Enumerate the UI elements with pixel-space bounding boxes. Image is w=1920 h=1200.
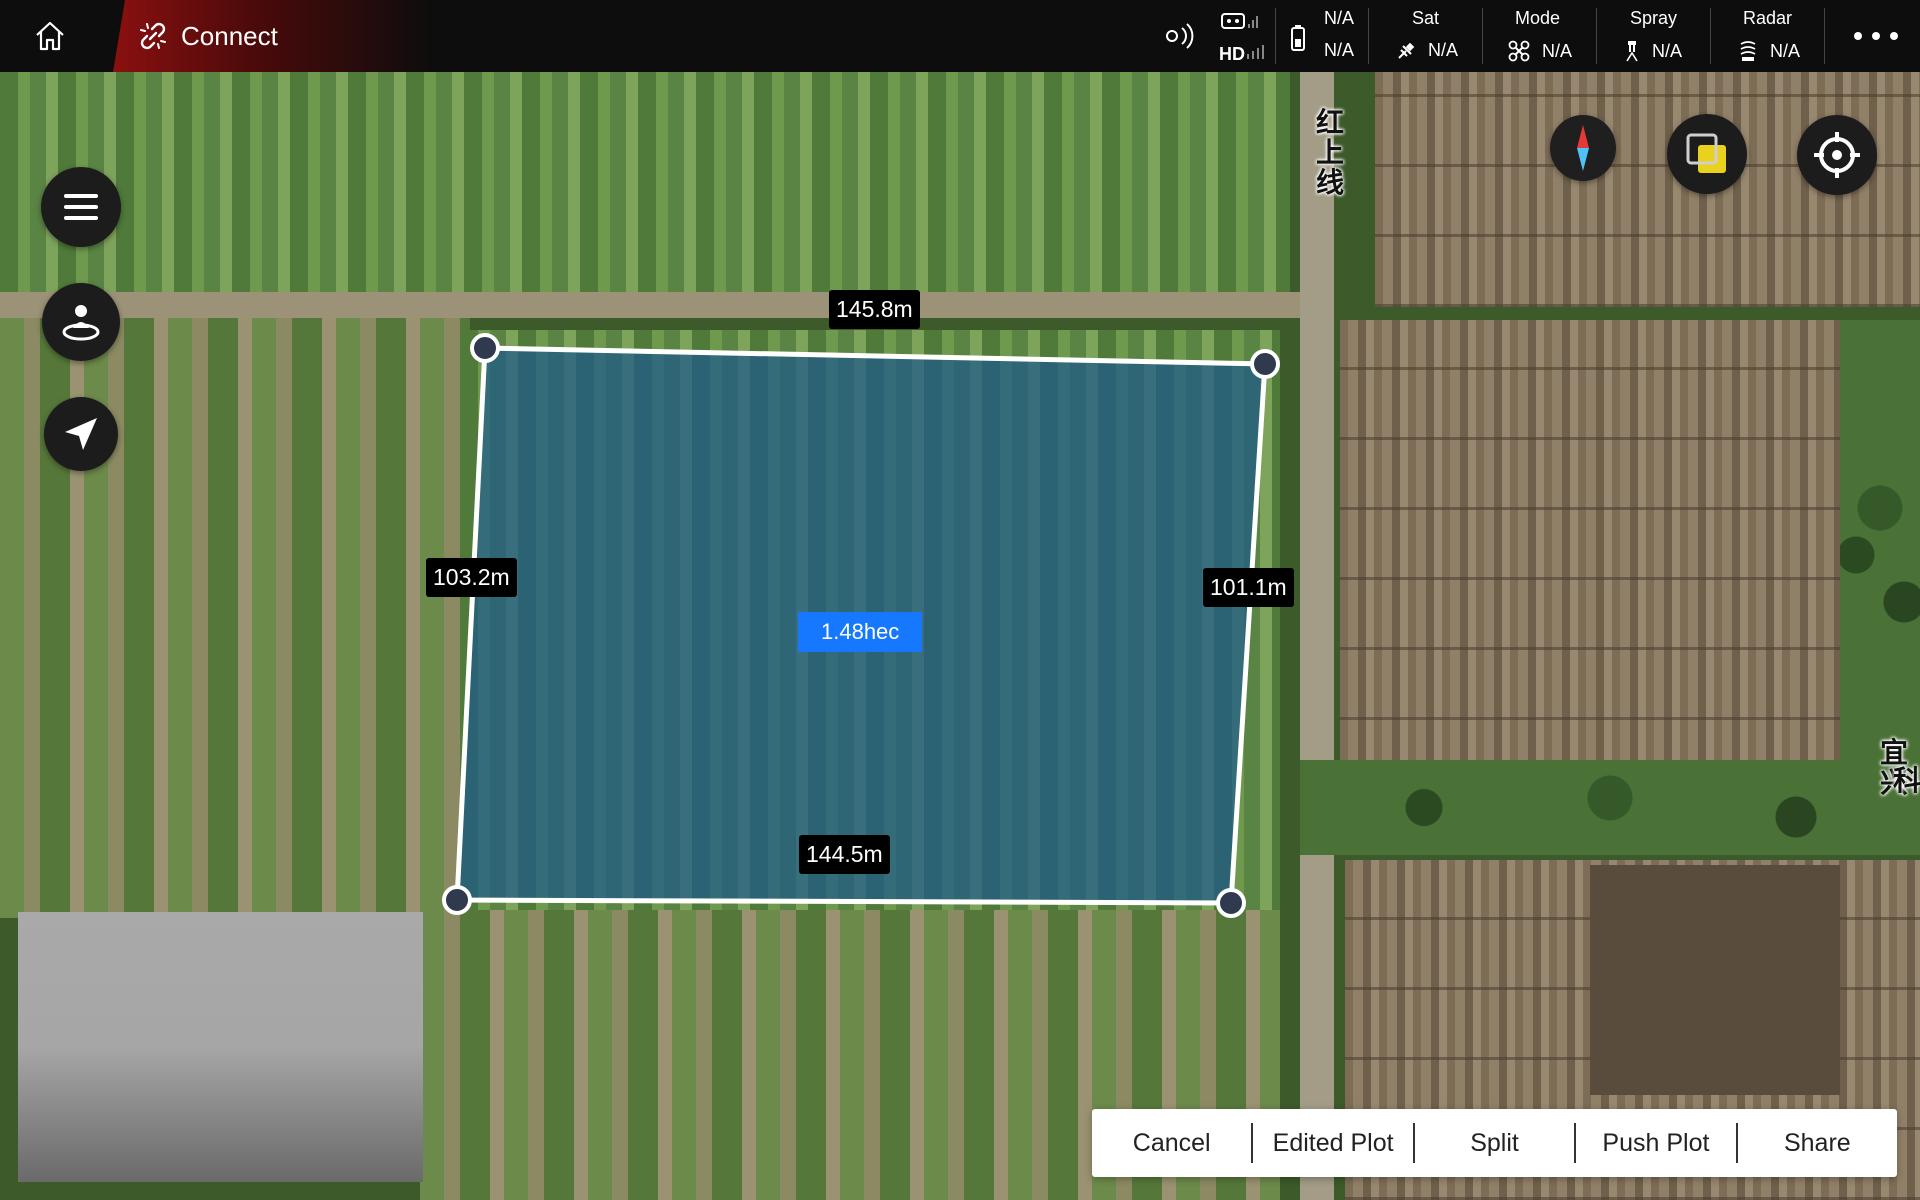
plot-action-bar: Cancel Edited Plot Split Push Plot Share: [1092, 1109, 1897, 1177]
divider: [1275, 8, 1276, 64]
spray-title: Spray: [1630, 8, 1678, 28]
broken-link-icon: [140, 22, 166, 50]
radar-value: N/A: [1770, 40, 1801, 61]
connect-label: Connect: [181, 20, 278, 51]
nozzle-icon: [1626, 41, 1638, 62]
radar-status: N/A: [1738, 40, 1800, 62]
battery-value-top: N/A: [1324, 8, 1355, 28]
sat-status: N/A: [1396, 40, 1458, 61]
share-button[interactable]: Share: [1738, 1123, 1897, 1163]
sat-value: N/A: [1428, 40, 1459, 60]
plot-area-badge: 1.48hec: [798, 612, 923, 652]
locate-button[interactable]: [1797, 115, 1877, 195]
locate-crosshair-icon: [1814, 132, 1860, 178]
hd-link-label: HD: [1219, 44, 1245, 64]
spray-status: N/A: [1624, 40, 1682, 62]
navigate-arrow-icon: [65, 418, 97, 450]
mode-value: N/A: [1542, 40, 1573, 61]
edited-plot-button[interactable]: Edited Plot: [1253, 1123, 1415, 1163]
plot-vertex[interactable]: [1250, 349, 1280, 379]
layers-button[interactable]: [1667, 114, 1747, 194]
push-plot-button[interactable]: Push Plot: [1576, 1123, 1738, 1163]
divider: [1368, 8, 1369, 64]
layers-icon: [1686, 133, 1726, 173]
divider: [1596, 8, 1597, 64]
video-preview[interactable]: [18, 912, 423, 1182]
cancel-button[interactable]: Cancel: [1092, 1123, 1254, 1163]
edge-length-left: 103.2m: [426, 558, 517, 597]
home-button[interactable]: [28, 14, 72, 58]
compass-icon: [1577, 125, 1589, 171]
mode-title: Mode: [1515, 8, 1561, 28]
menu-button[interactable]: [41, 167, 121, 247]
radar-title: Radar: [1743, 8, 1793, 28]
divider: [1824, 8, 1825, 64]
sat-title: Sat: [1412, 8, 1440, 28]
divider: [1710, 8, 1711, 64]
mode-status: N/A: [1508, 40, 1572, 62]
remote-controller-icon: [1221, 13, 1258, 29]
more-button[interactable]: [1852, 24, 1902, 48]
satellite-icon: [1398, 42, 1415, 59]
top-status-bar: Connect HD N/A N/A Sat N/A Mode N/A Spra…: [0, 0, 1920, 72]
takeoff-point-button[interactable]: [42, 283, 120, 361]
wireless-signal-icon: [1166, 23, 1194, 49]
edge-length-top: 145.8m: [829, 290, 920, 329]
divider: [1482, 8, 1483, 64]
takeoff-point-icon: [62, 305, 100, 341]
plot-vertex[interactable]: [442, 885, 472, 915]
signal-bars-icon: [1247, 45, 1264, 59]
menu-icon: [64, 194, 98, 220]
spray-value: N/A: [1652, 40, 1683, 61]
plot-vertex[interactable]: [470, 333, 500, 363]
compass-button[interactable]: [1550, 115, 1616, 181]
edge-length-bottom: 144.5m: [799, 835, 890, 874]
more-dots-icon: [1854, 32, 1898, 40]
battery-value-bottom: N/A: [1324, 40, 1355, 60]
navigate-button[interactable]: [44, 397, 118, 471]
split-button[interactable]: Split: [1415, 1123, 1577, 1163]
plot-vertex[interactable]: [1216, 888, 1246, 918]
battery-icon: [1291, 25, 1305, 51]
radar-icon: [1740, 41, 1756, 61]
edge-length-right: 101.1m: [1203, 568, 1294, 607]
drone-icon: [1508, 40, 1530, 62]
home-icon: [36, 21, 64, 51]
connect-button[interactable]: Connect: [113, 0, 433, 72]
